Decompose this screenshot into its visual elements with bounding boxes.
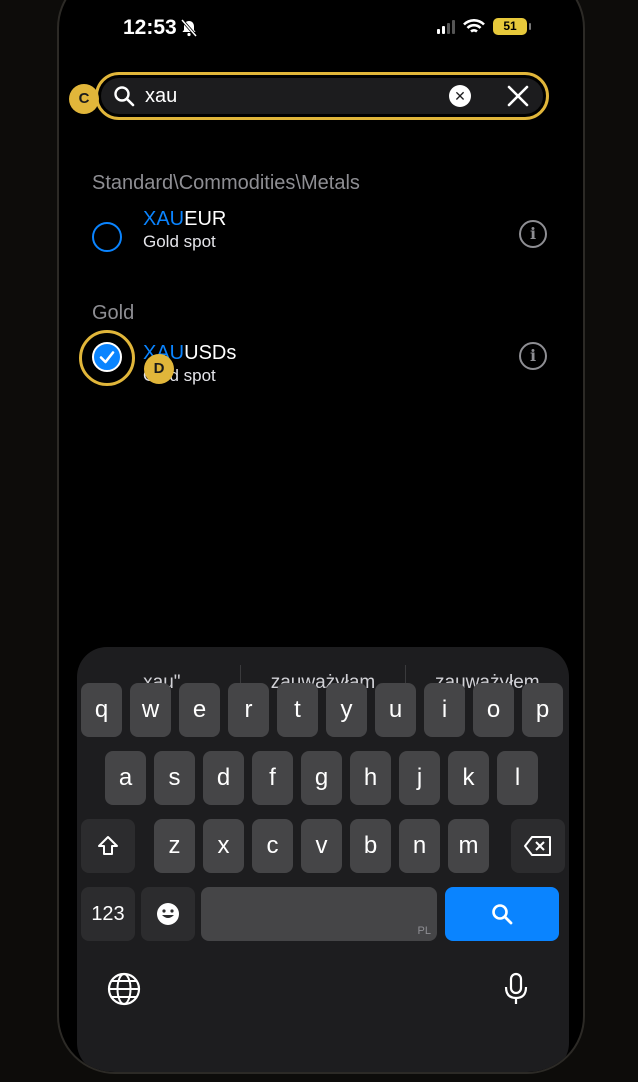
close-search-button[interactable] bbox=[505, 83, 531, 109]
key-z[interactable]: z bbox=[154, 819, 195, 873]
key-q[interactable]: q bbox=[81, 683, 122, 737]
search-key[interactable] bbox=[445, 887, 559, 941]
emoji-key[interactable] bbox=[141, 887, 195, 941]
status-bar: 12:53 51 bbox=[59, 14, 583, 44]
search-icon bbox=[114, 86, 135, 107]
battery-indicator: 51 bbox=[493, 18, 531, 35]
numbers-key[interactable]: 123 bbox=[81, 887, 135, 941]
key-e[interactable]: e bbox=[179, 683, 220, 737]
shift-key[interactable] bbox=[81, 819, 135, 873]
annotation-badge-c: C bbox=[69, 84, 99, 114]
search-icon bbox=[492, 904, 513, 925]
key-a[interactable]: a bbox=[105, 751, 146, 805]
globe-icon[interactable] bbox=[106, 971, 142, 1007]
space-key[interactable]: PL bbox=[201, 887, 437, 941]
key-u[interactable]: u bbox=[375, 683, 416, 737]
phone-screen: 12:53 51 ✕ bbox=[57, 0, 585, 1074]
instrument-row-xauusds[interactable]: XAUUSDs Gold spot i bbox=[59, 330, 583, 402]
checkmark-icon bbox=[99, 351, 115, 364]
bell-muted-icon bbox=[180, 19, 198, 37]
info-icon[interactable]: i bbox=[519, 220, 547, 248]
language-hint: PL bbox=[417, 925, 431, 937]
wifi-icon bbox=[463, 18, 485, 33]
search-highlight-frame: ✕ bbox=[95, 72, 549, 120]
key-f[interactable]: f bbox=[252, 751, 293, 805]
section-header: Standard\Commodities\Metals bbox=[92, 172, 360, 194]
key-s[interactable]: s bbox=[154, 751, 195, 805]
instrument-description: Gold spot bbox=[143, 232, 216, 251]
status-time: 12:53 bbox=[123, 16, 177, 39]
info-icon[interactable]: i bbox=[519, 342, 547, 370]
search-input[interactable] bbox=[145, 84, 449, 108]
backspace-key[interactable] bbox=[511, 819, 565, 873]
key-t[interactable]: t bbox=[277, 683, 318, 737]
instrument-symbol: XAUEUR bbox=[143, 208, 227, 230]
key-y[interactable]: y bbox=[326, 683, 367, 737]
key-j[interactable]: j bbox=[399, 751, 440, 805]
annotation-badge-d: D bbox=[144, 354, 174, 384]
on-screen-keyboard: „xau" zauważyłam zauważyłem qwertyuiopas… bbox=[77, 647, 569, 1072]
microphone-icon[interactable] bbox=[498, 971, 534, 1007]
search-bar[interactable]: ✕ bbox=[101, 78, 543, 114]
key-x[interactable]: x bbox=[203, 819, 244, 873]
instrument-row-xaueur[interactable]: XAUEUR Gold spot i bbox=[59, 208, 583, 268]
key-n[interactable]: n bbox=[399, 819, 440, 873]
status-right: 51 bbox=[437, 18, 531, 35]
key-w[interactable]: w bbox=[130, 683, 171, 737]
checkbox-selected[interactable] bbox=[92, 342, 122, 372]
key-c[interactable]: c bbox=[252, 819, 293, 873]
key-p[interactable]: p bbox=[522, 683, 563, 737]
key-i[interactable]: i bbox=[424, 683, 465, 737]
key-b[interactable]: b bbox=[350, 819, 391, 873]
clear-search-button[interactable]: ✕ bbox=[449, 85, 471, 107]
emoji-icon bbox=[157, 903, 179, 925]
radio-unselected[interactable] bbox=[92, 222, 122, 252]
key-h[interactable]: h bbox=[350, 751, 391, 805]
key-k[interactable]: k bbox=[448, 751, 489, 805]
key-v[interactable]: v bbox=[301, 819, 342, 873]
key-o[interactable]: o bbox=[473, 683, 514, 737]
shift-icon bbox=[98, 836, 118, 855]
key-r[interactable]: r bbox=[228, 683, 269, 737]
cellular-signal-icon bbox=[437, 19, 455, 34]
key-g[interactable]: g bbox=[301, 751, 342, 805]
backspace-icon bbox=[524, 836, 551, 856]
key-d[interactable]: d bbox=[203, 751, 244, 805]
key-m[interactable]: m bbox=[448, 819, 489, 873]
key-l[interactable]: l bbox=[497, 751, 538, 805]
section-header: Gold bbox=[92, 302, 135, 324]
